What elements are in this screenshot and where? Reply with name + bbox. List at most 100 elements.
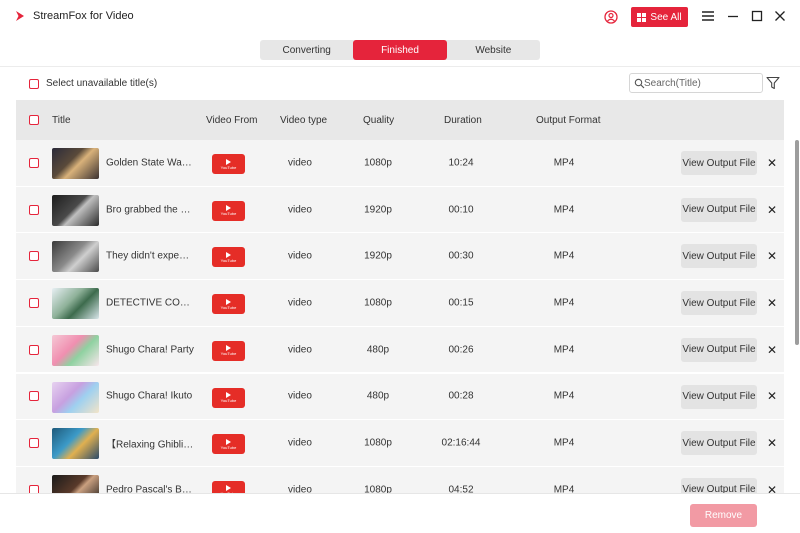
row-video-type: video [288, 297, 312, 309]
video-thumbnail [52, 381, 99, 413]
video-thumbnail [52, 148, 99, 179]
row-checkbox[interactable] [29, 344, 39, 355]
remove-row-icon[interactable]: ✕ [767, 203, 777, 217]
tab-bar: Converting Finished Website [260, 40, 540, 60]
row-output-format: MP4 [553, 390, 575, 402]
app-title: StreamFox for Video [33, 10, 134, 22]
remove-row-icon[interactable]: ✕ [767, 343, 777, 357]
select-unavailable-option[interactable]: Select unavailable title(s) [29, 78, 157, 89]
remove-row-icon[interactable]: ✕ [767, 156, 777, 170]
row-output-format: MP4 [553, 437, 575, 449]
view-output-file-button[interactable]: View Output File [681, 384, 757, 409]
header-title: Title [52, 115, 71, 126]
table-header: Title Video From Video type Quality Dura… [16, 100, 784, 140]
header-quality: Quality [363, 115, 395, 126]
row-quality: 1080p [364, 297, 392, 309]
header-video-from: Video From [206, 115, 258, 126]
remove-row-icon[interactable]: ✕ [767, 483, 777, 493]
table-row: Shugo Chara! Ikuto YouTube video 480p 00:28 M… [16, 373, 784, 421]
row-checkbox[interactable] [29, 391, 39, 402]
row-duration: 00:15 [448, 297, 474, 309]
row-quality: 480p [366, 344, 390, 356]
row-quality: 1080p [364, 437, 392, 449]
row-checkbox[interactable] [29, 157, 39, 168]
table-row: 【Relaxing Ghibli Music】 YouTube video 1080p… [16, 420, 784, 467]
table-row: They didn't expect that YouTube video 1920p… [16, 233, 784, 281]
finished-table: Title Video From Video type Quality Dura… [16, 100, 784, 493]
remove-row-icon[interactable]: ✕ [767, 296, 777, 310]
remove-button[interactable]: Remove [690, 504, 757, 527]
streamfox-logo-icon [16, 11, 24, 21]
video-thumbnail [52, 241, 99, 273]
view-output-file-button[interactable]: View Output File [681, 151, 757, 175]
row-quality: 1080p [364, 157, 392, 169]
select-unavailable-checkbox[interactable] [29, 78, 39, 89]
row-title: Shugo Chara! Party [106, 344, 194, 356]
row-output-format: MP4 [553, 250, 575, 262]
account-icon[interactable] [604, 10, 618, 24]
view-output-file-button[interactable]: View Output File [681, 431, 757, 456]
row-video-type: video [288, 437, 312, 449]
grid-icon [637, 12, 647, 22]
row-checkbox[interactable] [29, 438, 39, 449]
scrollbar[interactable] [795, 140, 799, 345]
maximize-icon[interactable] [750, 9, 764, 23]
youtube-icon: YouTube [212, 340, 245, 361]
table-row: Pedro Pascal's Best YouTube video 1080p 04:5… [16, 466, 784, 493]
select-unavailable-label: Select unavailable title(s) [46, 78, 158, 89]
row-checkbox[interactable] [29, 484, 39, 493]
view-output-file-button[interactable]: View Output File [681, 197, 757, 222]
remove-row-icon[interactable]: ✕ [767, 249, 777, 263]
remove-row-icon[interactable]: ✕ [767, 389, 777, 403]
video-thumbnail [52, 334, 99, 366]
tab-finished[interactable]: Finished [353, 40, 447, 60]
table-row: DETECTIVE CONAN YouTube video 1080p 00:15 MP4… [16, 280, 784, 327]
filter-icon[interactable] [766, 76, 780, 90]
view-output-file-button[interactable]: View Output File [681, 477, 757, 493]
row-title: Pedro Pascal's Best [106, 484, 194, 493]
row-title: 【Relaxing Ghibli Music】 [106, 439, 194, 451]
see-all-button[interactable]: See All [631, 7, 688, 27]
row-checkbox[interactable] [29, 297, 39, 308]
row-quality: 480p [366, 390, 390, 402]
row-duration: 00:30 [448, 250, 474, 262]
row-title: Bro grabbed the wrong [106, 204, 194, 216]
video-thumbnail [52, 474, 99, 493]
row-quality: 1080p [364, 484, 392, 493]
row-title: Shugo Chara! Ikuto [106, 390, 193, 402]
table-row: Bro grabbed the wrong YouTube video 1920p 00… [16, 186, 784, 234]
minimize-icon[interactable] [726, 9, 740, 23]
youtube-icon: YouTube [212, 434, 245, 455]
menu-icon[interactable] [701, 9, 715, 23]
view-output-file-button[interactable]: View Output File [681, 337, 757, 362]
row-video-type: video [288, 390, 312, 402]
footer: Remove [0, 493, 800, 533]
row-duration: 00:26 [448, 344, 474, 356]
video-thumbnail [52, 194, 99, 226]
row-output-format: MP4 [553, 484, 575, 493]
youtube-icon: YouTube [212, 480, 245, 493]
row-video-type: video [288, 157, 312, 169]
header-video-type: Video type [280, 115, 328, 126]
view-output-file-button[interactable]: View Output File [681, 291, 757, 316]
view-output-file-button[interactable]: View Output File [681, 244, 757, 269]
close-window-icon[interactable] [773, 9, 787, 23]
row-video-type: video [288, 344, 312, 356]
select-all-checkbox[interactable] [29, 115, 39, 125]
row-output-format: MP4 [553, 297, 575, 309]
search-input[interactable] [644, 76, 760, 91]
title-bar: StreamFox for Video See All [0, 0, 800, 34]
video-thumbnail [52, 428, 99, 460]
row-duration: 00:10 [448, 204, 474, 216]
row-checkbox[interactable] [29, 251, 39, 262]
row-checkbox[interactable] [29, 204, 39, 215]
row-title: They didn't expect that [106, 250, 194, 262]
youtube-icon: YouTube [212, 387, 245, 408]
tab-website[interactable]: Website [447, 40, 540, 60]
tab-converting[interactable]: Converting [260, 40, 353, 60]
youtube-icon: YouTube [212, 294, 245, 315]
row-quality: 1920p [364, 250, 392, 262]
remove-row-icon[interactable]: ✕ [767, 436, 777, 450]
row-output-format: MP4 [553, 344, 575, 356]
search-box[interactable] [629, 73, 763, 93]
